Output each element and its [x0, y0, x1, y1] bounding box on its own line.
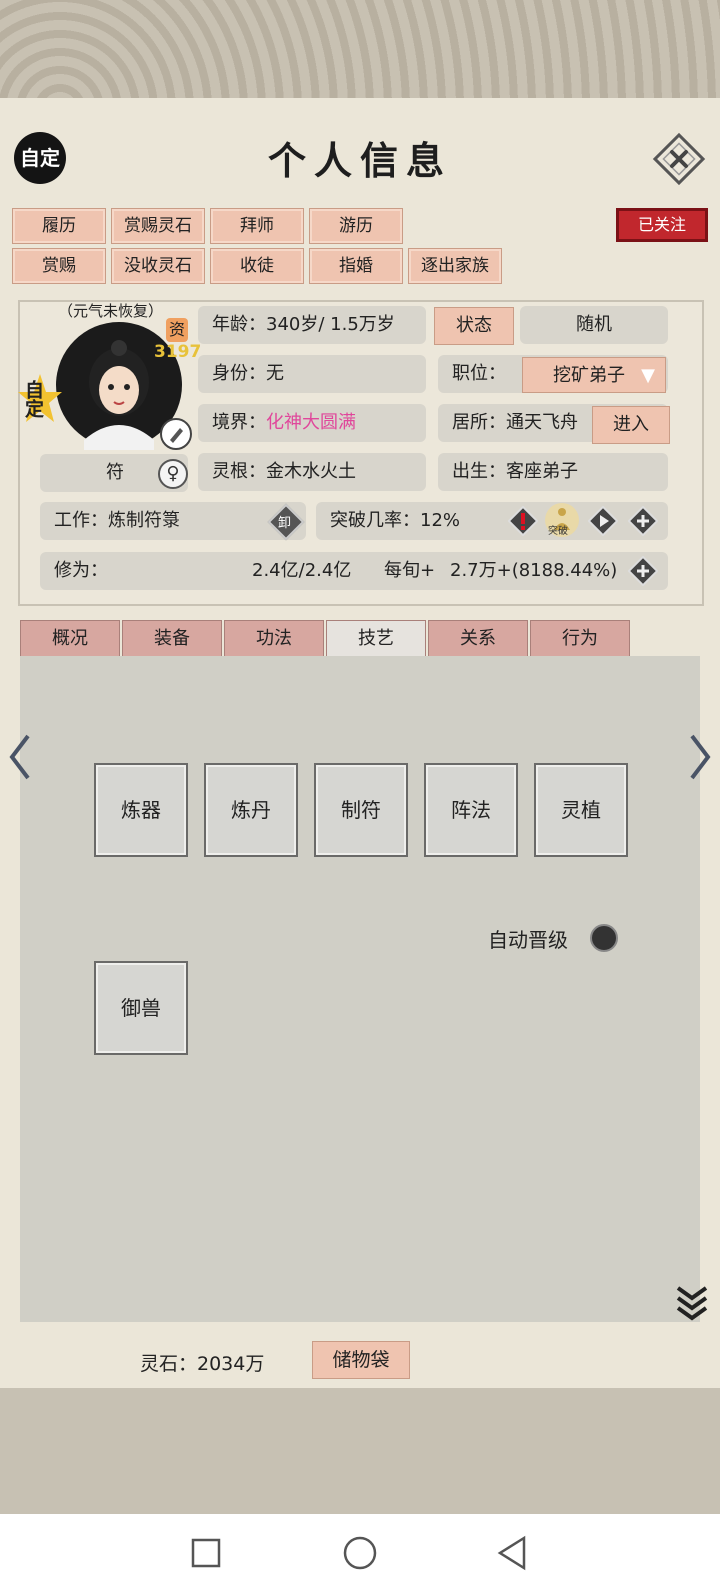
play-icon — [587, 505, 619, 537]
skill-formation[interactable]: 阵法 — [424, 763, 518, 857]
tab-overview[interactable]: 概况 — [20, 620, 120, 658]
skill-alchemy[interactable]: 炼丹 — [204, 763, 298, 857]
take-disciple-button[interactable]: 收徒 — [210, 248, 304, 284]
skill-refining[interactable]: 炼器 — [94, 763, 188, 857]
per-turn-value: 2.7万+(8188.44%) — [450, 560, 618, 581]
work-field: 工作：炼制符箓 — [40, 502, 306, 540]
random-button[interactable]: 随机 — [520, 306, 668, 344]
per-turn-label: 每旬+ — [384, 560, 436, 581]
plus-icon — [627, 505, 659, 537]
birth-label: 出生： — [452, 461, 506, 482]
tab-techniques[interactable]: 功法 — [224, 620, 324, 658]
chevron-down-icon: ▼ — [641, 365, 655, 386]
work-label: 工作： — [54, 510, 108, 531]
storage-bag-button[interactable]: 储物袋 — [312, 1341, 410, 1379]
age-label: 年龄： — [212, 314, 266, 335]
close-button[interactable] — [652, 132, 706, 186]
identity-field: 身份：无 — [198, 355, 426, 393]
travel-button[interactable]: 游历 — [309, 208, 403, 244]
spirit-root-value: 金木水火土 — [266, 461, 356, 482]
warning-icon — [507, 505, 539, 537]
realm-field: 境界：化神大圆满 — [198, 404, 426, 442]
residence-value: 通天飞舟 — [506, 412, 578, 433]
resume-button[interactable]: 履历 — [12, 208, 106, 244]
custom-star-badge[interactable]: 自定 — [18, 372, 62, 428]
skill-herbalism[interactable]: 灵植 — [534, 763, 628, 857]
auto-upgrade-toggle[interactable] — [590, 924, 618, 952]
double-chevron-down-icon — [676, 1286, 708, 1321]
unload-label: 卸 — [278, 516, 292, 531]
breakthrough-icon-text: 突破 — [548, 526, 568, 537]
followed-button[interactable]: 已关注 — [616, 208, 708, 242]
female-icon: ♀ — [158, 459, 188, 489]
reward-spirit-stone-button[interactable]: 赏赐灵石 — [111, 208, 205, 244]
decorative-header-band — [0, 0, 720, 100]
breakthrough-value: 12% — [420, 510, 461, 531]
tab-behavior[interactable]: 行为 — [530, 620, 630, 658]
aptitude-label: 资 — [166, 318, 188, 342]
cultivation-label: 修为： — [54, 560, 108, 581]
status-note: （元气未恢复） — [58, 302, 164, 320]
expel-from-family-button[interactable]: 逐出家族 — [408, 248, 502, 284]
auto-upgrade-label: 自动晋级 — [488, 928, 568, 952]
triangle-back-icon — [497, 1535, 526, 1571]
play-button[interactable] — [587, 505, 619, 537]
next-page-button[interactable] — [686, 732, 714, 782]
age-value: 340岁/ 1.5万岁 — [266, 314, 395, 335]
spirit-root-field: 灵根：金木水火土 — [198, 453, 426, 491]
edit-button[interactable] — [160, 418, 192, 450]
tab-relations[interactable]: 关系 — [428, 620, 528, 658]
take-master-button[interactable]: 拜师 — [210, 208, 304, 244]
age-field: 年龄：340岁/ 1.5万岁 — [198, 306, 426, 344]
plus-icon — [627, 555, 659, 587]
birth-field: 出生：客座弟子 — [438, 453, 668, 491]
page-title: 个人信息 — [267, 138, 452, 183]
plus-button[interactable] — [627, 505, 659, 537]
arrange-marriage-button[interactable]: 指婚 — [309, 248, 403, 284]
tab-skills[interactable]: 技艺 — [326, 620, 426, 658]
talisman-field[interactable]: 符 ♀ — [40, 454, 188, 492]
skill-beast-taming[interactable]: 御兽 — [94, 961, 188, 1055]
warning-button[interactable] — [507, 505, 539, 537]
custom-star-text: 自定 — [22, 380, 44, 418]
recent-apps-button[interactable] — [190, 1537, 222, 1569]
aptitude-value: 3197 — [154, 342, 202, 362]
chevron-right-icon — [690, 734, 711, 780]
skill-talisman[interactable]: 制符 — [314, 763, 408, 857]
spirit-root-label: 灵根： — [212, 461, 266, 482]
position-value: 挖矿弟子 — [553, 365, 625, 386]
close-icon — [652, 132, 706, 186]
enter-button[interactable]: 进入 — [592, 406, 670, 444]
reward-button[interactable]: 赏赐 — [12, 248, 106, 284]
spirit-stone-count: 灵石：2034万 — [140, 1353, 265, 1375]
pencil-icon — [170, 428, 183, 443]
realm-label: 境界： — [212, 412, 266, 433]
square-icon — [191, 1538, 221, 1568]
position-dropdown[interactable]: 挖矿弟子 ▼ — [522, 357, 666, 393]
chevron-left-icon — [9, 734, 30, 780]
circle-icon — [343, 1536, 377, 1570]
breakthrough-label: 突破几率： — [330, 510, 420, 531]
realm-value: 化神大圆满 — [266, 412, 356, 433]
breakthrough-button[interactable]: 突破 — [544, 502, 580, 538]
cultivation-value: 2.4亿/2.4亿 — [252, 560, 352, 581]
position-label: 职位： — [452, 363, 506, 384]
scroll-down-button[interactable] — [674, 1282, 710, 1328]
lower-band — [0, 1388, 720, 1514]
home-button[interactable] — [342, 1535, 378, 1571]
cultivation-field: 修为： 2.4亿/2.4亿 每旬+ 2.7万+(8188.44%) — [40, 552, 668, 590]
prev-page-button[interactable] — [6, 732, 34, 782]
tab-equipment[interactable]: 装备 — [122, 620, 222, 658]
residence-label: 居所： — [452, 412, 506, 433]
identity-label: 身份： — [212, 363, 266, 384]
birth-value: 客座弟子 — [506, 461, 578, 482]
state-button[interactable]: 状态 — [434, 307, 514, 345]
confiscate-spirit-stone-button[interactable]: 没收灵石 — [111, 248, 205, 284]
work-value: 炼制符箓 — [108, 510, 180, 531]
back-button[interactable] — [496, 1535, 528, 1571]
talisman-text: 符 — [106, 462, 124, 483]
unload-button[interactable]: 卸 — [267, 503, 305, 541]
cultivation-plus-button[interactable] — [627, 555, 659, 587]
identity-value: 无 — [266, 363, 284, 384]
